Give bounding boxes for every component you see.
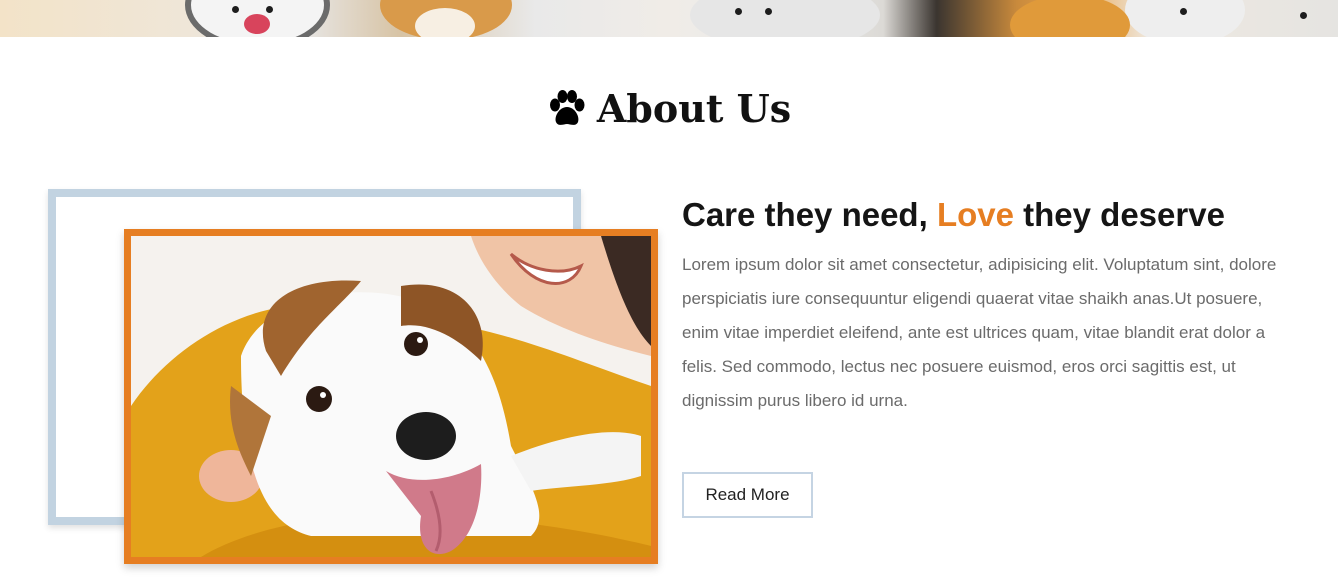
orange-dog-face xyxy=(1010,0,1130,37)
plush-toy-face xyxy=(690,0,880,37)
care-description: Lorem ipsum dolor sit amet consectetur, … xyxy=(682,255,1277,410)
section-title-text: About Us xyxy=(596,86,792,131)
hero-banner-image xyxy=(0,0,1338,37)
paw-icon xyxy=(547,90,587,140)
dog-tongue xyxy=(244,14,270,34)
plush-eye xyxy=(765,8,772,15)
plush-eye xyxy=(735,8,742,15)
shiba-muzzle xyxy=(415,8,475,37)
plush-eye xyxy=(1300,12,1307,19)
section-title: About Us xyxy=(0,84,1338,140)
care-heading-start: Care they need, xyxy=(682,196,937,233)
dog-eye xyxy=(266,6,273,13)
care-heading: Care they need, Love they deserve xyxy=(682,193,1322,237)
care-heading-end: they deserve xyxy=(1013,196,1225,233)
plush-toy-face-2 xyxy=(1125,0,1245,37)
dog-eye xyxy=(232,6,239,13)
read-more-button[interactable]: Read More xyxy=(682,472,813,518)
care-heading-accent: Love xyxy=(936,196,1014,233)
plush-eye xyxy=(1180,8,1187,15)
dog-with-owner-photo xyxy=(124,229,658,564)
